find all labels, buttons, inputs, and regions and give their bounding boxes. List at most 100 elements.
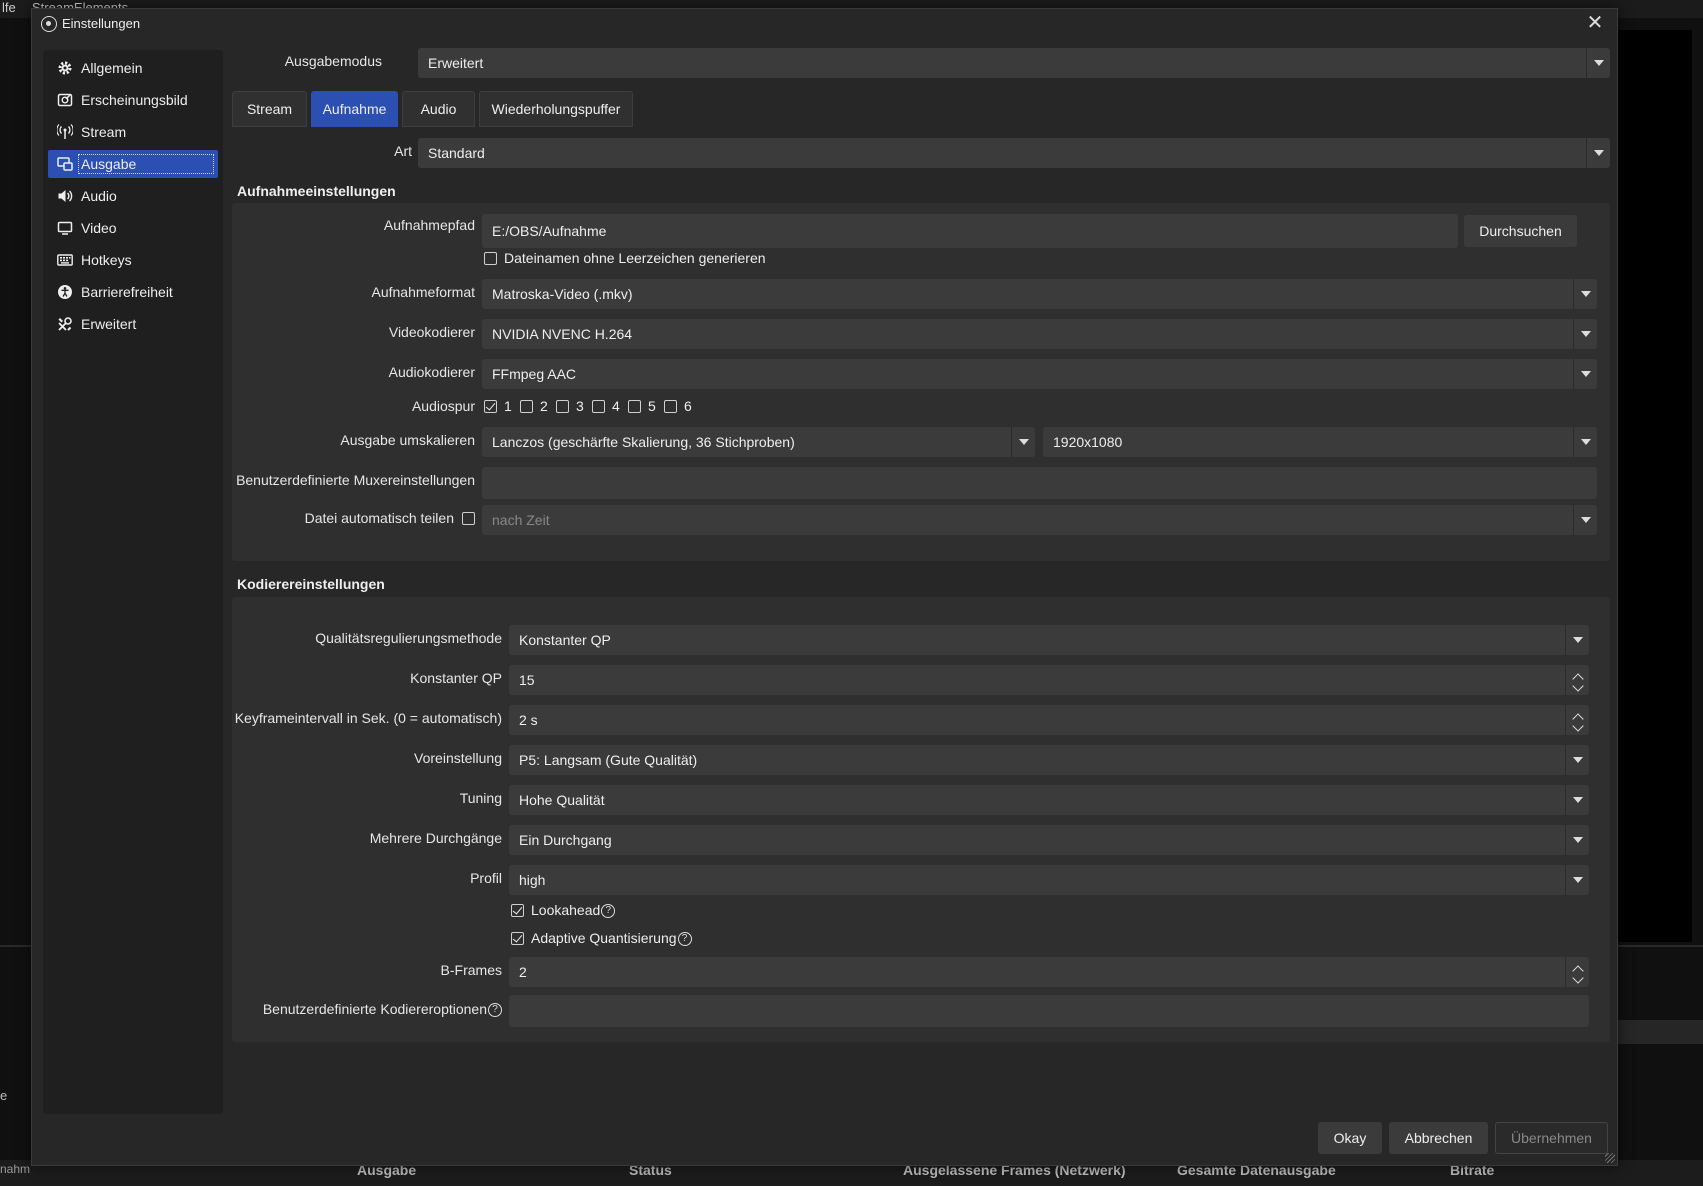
tab-stream[interactable]: Stream bbox=[232, 91, 307, 127]
audio-track-5-checkbox[interactable] bbox=[628, 400, 641, 413]
custom-encoder-options-label-wrap: Benutzerdefinierte Kodiereroptionen? bbox=[232, 1001, 502, 1018]
multipass-select[interactable]: Ein Durchgang bbox=[509, 825, 1589, 855]
recording-path-input[interactable]: E:/OBS/Aufnahme bbox=[482, 214, 1458, 248]
audio-encoder-value: FFmpeg AAC bbox=[492, 366, 577, 382]
preset-label: Voreinstellung bbox=[414, 750, 502, 766]
chevron-down-icon bbox=[1565, 865, 1589, 895]
sidebar-item-label: Barrierefreiheit bbox=[81, 284, 173, 300]
cqp-value: 15 bbox=[519, 672, 535, 688]
lookahead-checkbox[interactable] bbox=[511, 904, 524, 917]
bframes-value: 2 bbox=[519, 964, 527, 980]
recording-format-select[interactable]: Matroska-Video (.mkv) bbox=[482, 279, 1597, 309]
settings-dialog: Einstellungen ✕ Allgemein Erscheinungsbi… bbox=[31, 8, 1618, 1166]
video-encoder-label: Videokodierer bbox=[388, 324, 475, 340]
video-encoder-select[interactable]: NVIDIA NVENC H.264 bbox=[482, 319, 1597, 349]
no-space-filenames-checkbox[interactable] bbox=[484, 252, 497, 265]
cancel-button[interactable]: Abbrechen bbox=[1389, 1122, 1488, 1154]
window-title: Einstellungen bbox=[62, 16, 141, 31]
antenna-icon bbox=[56, 124, 73, 141]
sidebar-item-label: Audio bbox=[81, 188, 117, 204]
close-button[interactable]: ✕ bbox=[1573, 9, 1617, 39]
help-icon[interactable]: ? bbox=[601, 904, 616, 919]
sidebar-item-video[interactable]: Video bbox=[48, 214, 218, 242]
autosplit-type-value: nach Zeit bbox=[492, 512, 550, 528]
rescale-label: Ausgabe umskalieren bbox=[340, 432, 475, 448]
tab-replay-buffer[interactable]: Wiederholungspuffer bbox=[479, 91, 633, 127]
help-icon[interactable]: ? bbox=[488, 1003, 502, 1018]
audio-track-1-checkbox[interactable] bbox=[484, 400, 497, 413]
help-icon[interactable]: ? bbox=[677, 932, 692, 947]
autosplit-label: Datei automatisch teilen bbox=[304, 510, 454, 526]
preset-select[interactable]: P5: Langsam (Gute Qualität) bbox=[509, 745, 1589, 775]
adaptive-quantization-checkbox[interactable] bbox=[511, 932, 524, 945]
audio-track-6-checkbox[interactable] bbox=[664, 400, 677, 413]
cqp-spinbox[interactable]: 15 bbox=[509, 665, 1589, 695]
sidebar-item-label: Erscheinungsbild bbox=[81, 92, 188, 108]
preset-value: P5: Langsam (Gute Qualität) bbox=[519, 752, 698, 768]
bframes-spinbox[interactable]: 2 bbox=[509, 957, 1589, 987]
rescale-filter-select[interactable]: Lanczos (geschärfte Skalierung, 36 Stich… bbox=[482, 427, 1035, 457]
appearance-icon bbox=[56, 92, 73, 109]
sidebar-item-hotkeys[interactable]: Hotkeys bbox=[48, 246, 218, 274]
chevron-down-icon bbox=[1565, 785, 1589, 815]
profile-value: high bbox=[519, 872, 546, 888]
adaptive-quantization-option: Adaptive Quantisierung? bbox=[531, 930, 692, 947]
rate-control-select[interactable]: Konstanter QP bbox=[509, 625, 1589, 655]
chevron-down-icon bbox=[1565, 745, 1589, 775]
sidebar-item-audio[interactable]: Audio bbox=[48, 182, 218, 210]
chevron-down-icon bbox=[1573, 319, 1597, 349]
accessibility-icon bbox=[56, 284, 73, 301]
spin-arrows-icon[interactable] bbox=[1565, 957, 1589, 987]
spin-arrows-icon[interactable] bbox=[1565, 705, 1589, 735]
recording-path-label: Aufnahmepfad bbox=[383, 217, 475, 233]
ok-button[interactable]: Okay bbox=[1318, 1122, 1382, 1154]
custom-encoder-options-input[interactable] bbox=[509, 995, 1589, 1027]
output-mode-select[interactable]: Erweitert bbox=[418, 48, 1610, 78]
tab-audio[interactable]: Audio bbox=[402, 91, 475, 127]
gear-icon bbox=[56, 60, 73, 77]
audio-track-2-checkbox[interactable] bbox=[520, 400, 533, 413]
sidebar-item-stream[interactable]: Stream bbox=[48, 118, 218, 146]
monitor-icon bbox=[56, 220, 73, 237]
audio-track-3-label: 3 bbox=[576, 398, 584, 414]
rescale-resolution-select[interactable]: 1920x1080 bbox=[1043, 427, 1597, 457]
chevron-down-icon bbox=[1011, 427, 1035, 457]
tuning-select[interactable]: Hohe Qualität bbox=[509, 785, 1589, 815]
speaker-icon bbox=[56, 188, 73, 205]
sidebar-item-advanced[interactable]: Erweitert bbox=[48, 310, 218, 338]
sidebar-item-label: Hotkeys bbox=[81, 252, 132, 268]
bframes-label: B-Frames bbox=[440, 962, 502, 978]
audio-track-4-checkbox[interactable] bbox=[592, 400, 605, 413]
tab-recording[interactable]: Aufnahme bbox=[311, 91, 398, 127]
sidebar-item-label: Video bbox=[81, 220, 117, 236]
recording-format-value: Matroska-Video (.mkv) bbox=[492, 286, 633, 302]
video-encoder-value: NVIDIA NVENC H.264 bbox=[492, 326, 633, 342]
custom-muxer-input[interactable] bbox=[482, 467, 1597, 499]
tuning-label: Tuning bbox=[459, 790, 502, 806]
resize-grip-icon[interactable] bbox=[1605, 1153, 1615, 1163]
profile-select[interactable]: high bbox=[509, 865, 1589, 895]
sidebar-item-output[interactable]: Ausgabe bbox=[48, 150, 218, 178]
menu-help-fragment[interactable]: lfe bbox=[2, 0, 16, 15]
rate-control-label: Qualitätsregulierungsmethode bbox=[315, 630, 502, 646]
type-select[interactable]: Standard bbox=[418, 138, 1610, 168]
settings-sidebar: Allgemein Erscheinungsbild Stream Ausgab… bbox=[43, 50, 223, 1114]
sidebar-item-accessibility[interactable]: Barrierefreiheit bbox=[48, 278, 218, 306]
audio-track-3-checkbox[interactable] bbox=[556, 400, 569, 413]
spin-arrows-icon[interactable] bbox=[1565, 665, 1589, 695]
sidebar-item-general[interactable]: Allgemein bbox=[48, 54, 218, 82]
tools-icon bbox=[56, 316, 73, 333]
chevron-down-icon bbox=[1586, 48, 1610, 78]
keyframe-spinbox[interactable]: 2 s bbox=[509, 705, 1589, 735]
background-left-fragment: e bbox=[0, 1088, 8, 1103]
output-mode-label: Ausgabemodus bbox=[284, 53, 382, 69]
audio-encoder-select[interactable]: FFmpeg AAC bbox=[482, 359, 1597, 389]
chevron-down-icon bbox=[1573, 279, 1597, 309]
rate-control-value: Konstanter QP bbox=[519, 632, 611, 648]
chevron-down-icon bbox=[1573, 359, 1597, 389]
sidebar-item-appearance[interactable]: Erscheinungsbild bbox=[48, 86, 218, 114]
autosplit-type-select[interactable]: nach Zeit bbox=[482, 505, 1597, 535]
apply-button[interactable]: Übernehmen bbox=[1495, 1122, 1608, 1154]
autosplit-checkbox[interactable] bbox=[462, 512, 475, 525]
browse-button[interactable]: Durchsuchen bbox=[1464, 215, 1577, 247]
